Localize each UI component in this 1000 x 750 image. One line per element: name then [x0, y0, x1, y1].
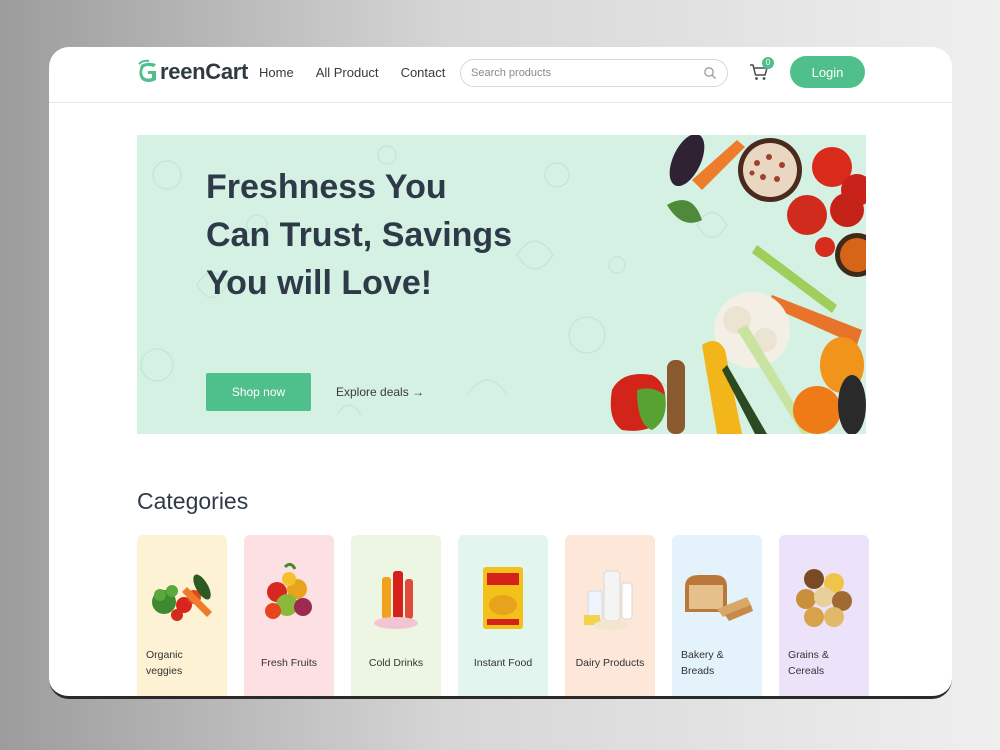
- grains-icon: [796, 569, 852, 627]
- shop-now-button[interactable]: Shop now: [206, 373, 311, 411]
- hero-title: Freshness You Can Trust, Savings You wil…: [206, 168, 513, 302]
- search-icon[interactable]: [703, 66, 717, 80]
- explore-deals-label: Explore deals: [336, 385, 409, 399]
- bread-icon: [685, 575, 753, 621]
- search-input[interactable]: [471, 67, 703, 79]
- categories-row: Organic veggies Fresh Fruits Cold Drinks: [137, 535, 869, 696]
- categories-title: Categories: [137, 488, 249, 514]
- drinks-icon: [374, 571, 418, 629]
- category-label: Fresh Fruits: [260, 657, 317, 669]
- category-card-grains-cereals[interactable]: Grains & Cereals: [779, 535, 869, 696]
- navbar: reenCart Home All Product Contact 0 Logi…: [49, 47, 952, 103]
- cart-button[interactable]: 0: [748, 57, 774, 87]
- cart-count-badge: 0: [762, 57, 774, 69]
- category-label: Organic veggies: [146, 649, 183, 677]
- explore-deals-link[interactable]: Explore deals →: [336, 385, 424, 399]
- hero-banner: Freshness You Can Trust, Savings You wil…: [137, 135, 866, 434]
- search-bar: [460, 59, 728, 87]
- veggies-icon: [152, 574, 212, 621]
- logo-leaf-g-icon: [138, 59, 156, 82]
- category-card-instant-food[interactable]: Instant Food: [458, 535, 548, 696]
- nav-links: Home All Product Contact: [259, 65, 445, 80]
- category-card-fresh-fruits[interactable]: Fresh Fruits: [244, 535, 334, 696]
- category-card-dairy-products[interactable]: Dairy Products: [565, 535, 655, 696]
- vegetables-illustration: [610, 135, 866, 434]
- category-label: Grains & Cereals: [788, 649, 829, 677]
- login-button[interactable]: Login: [790, 56, 865, 88]
- category-card-cold-drinks[interactable]: Cold Drinks: [351, 535, 441, 696]
- category-label: Bakery & Breads: [681, 649, 724, 677]
- category-label: Instant Food: [473, 657, 533, 669]
- category-card-organic-veggies[interactable]: Organic veggies: [137, 535, 227, 696]
- nav-home-link[interactable]: Home: [259, 65, 294, 80]
- category-label: Dairy Products: [575, 657, 645, 669]
- arrow-right-icon: →: [412, 385, 425, 399]
- nav-contact-link[interactable]: Contact: [401, 65, 446, 80]
- fruits-icon: [265, 562, 312, 619]
- dairy-icon: [584, 570, 633, 630]
- browser-window: reenCart Home All Product Contact 0 Logi…: [49, 47, 952, 699]
- nav-all-product-link[interactable]: All Product: [316, 65, 379, 80]
- logo[interactable]: reenCart: [137, 59, 248, 85]
- category-label: Cold Drinks: [368, 657, 424, 669]
- category-card-bakery-breads[interactable]: Bakery & Breads: [672, 535, 762, 696]
- noodles-icon: [483, 567, 523, 629]
- logo-text: reenCart: [160, 59, 249, 84]
